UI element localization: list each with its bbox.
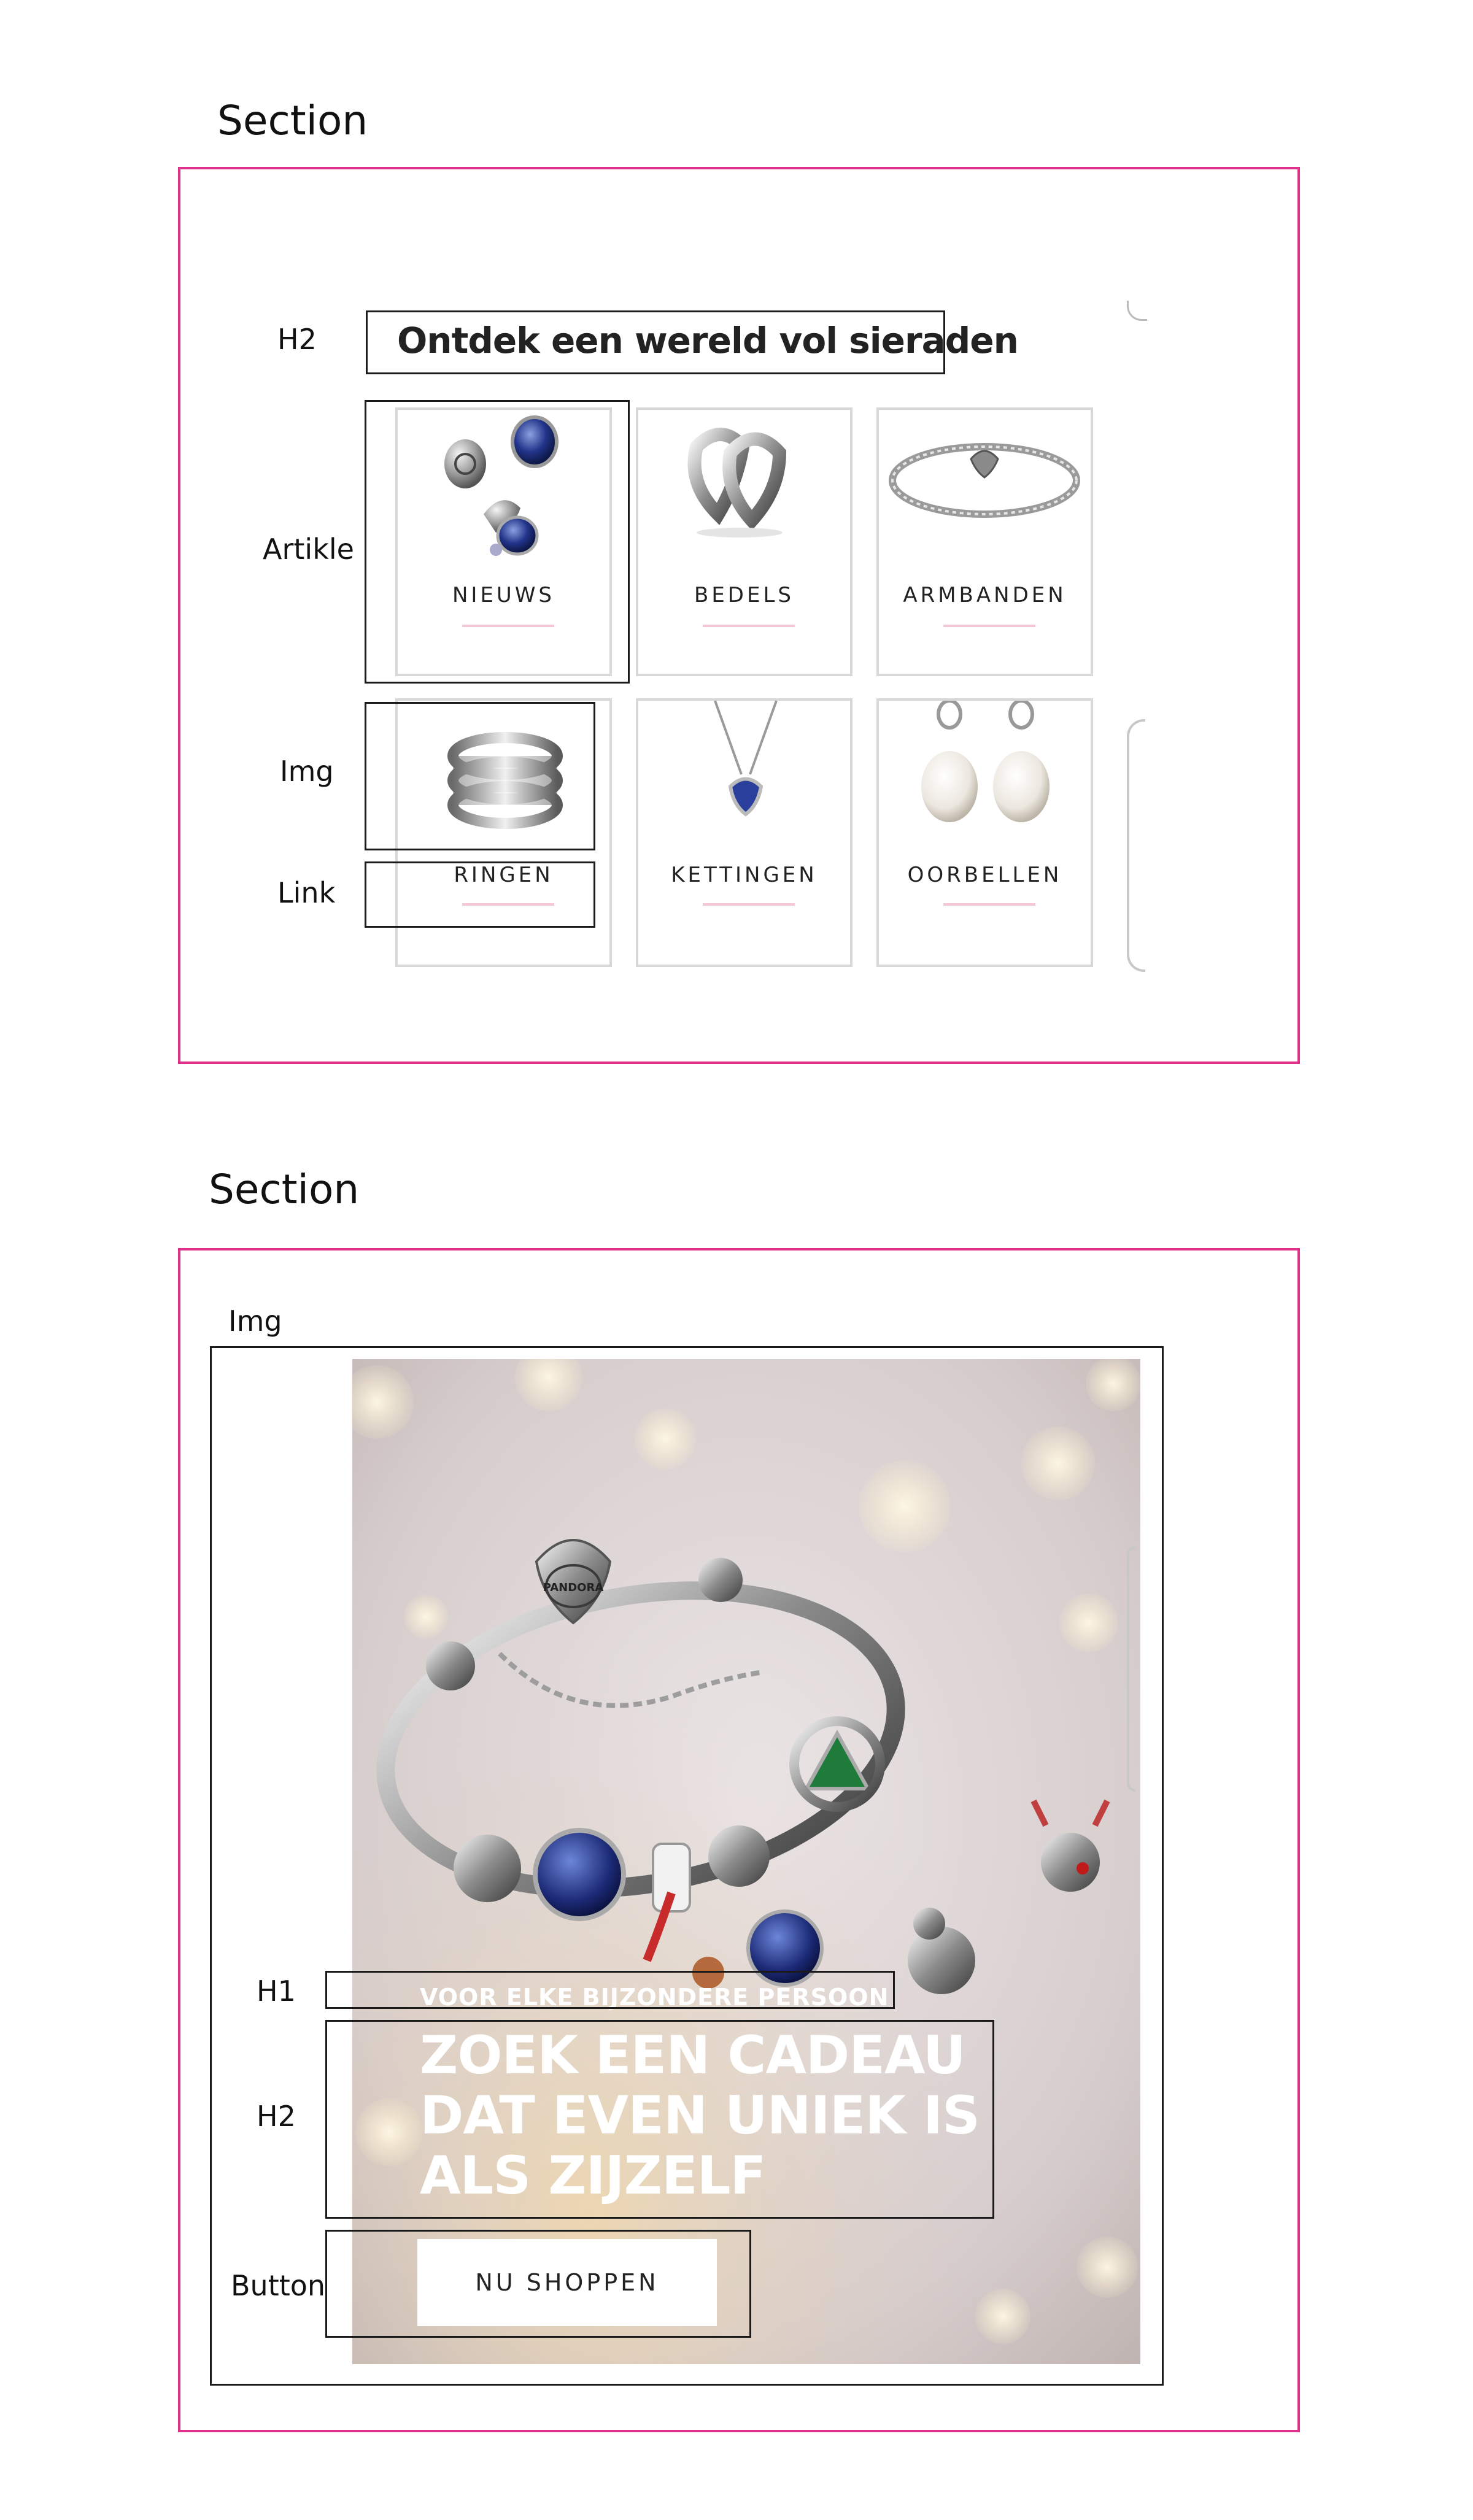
- link-underline: [703, 903, 795, 906]
- category-link-label[interactable]: ARMBANDEN: [879, 583, 1091, 607]
- category-heading-box: Ontdek een wereld vol sieraden: [366, 310, 1019, 374]
- category-card-oorbellen[interactable]: OORBELLEN: [876, 698, 1093, 967]
- link-annotation-box: [365, 861, 595, 928]
- section-title: Section: [209, 1166, 360, 1213]
- category-card-bedels[interactable]: BEDELS: [636, 407, 852, 676]
- annotation-link: Link: [277, 876, 336, 909]
- next-card-peek[interactable]: [1127, 719, 1145, 972]
- brand-engraving: PANDORA: [543, 1581, 604, 1594]
- category-link-label[interactable]: BEDELS: [638, 583, 850, 607]
- h2-annotation-box: [325, 2020, 994, 2219]
- next-slide-peek[interactable]: [1127, 1546, 1135, 1792]
- button-annotation-box: [325, 2230, 751, 2338]
- category-link-label[interactable]: OORBELLEN: [879, 863, 1091, 887]
- annotation-img: Img: [280, 755, 334, 788]
- category-heading: Ontdek een wereld vol sieraden: [397, 320, 1019, 361]
- link-underline: [943, 625, 1035, 627]
- article-annotation-box: [365, 400, 630, 684]
- annotation-article: Artikle: [263, 533, 354, 566]
- bracelet-icon: [889, 443, 1080, 518]
- category-card-kettingen[interactable]: KETTINGEN: [636, 698, 852, 967]
- section-title: Section: [217, 97, 368, 144]
- pearl-earrings-icon: [921, 701, 1050, 822]
- img-annotation-box: [365, 702, 595, 850]
- heart-rings-charm-icon: [687, 428, 787, 538]
- annotation-h2: H2: [257, 2100, 296, 2133]
- h1-annotation-box: [325, 1971, 895, 2009]
- category-card-armbanden[interactable]: ARMBANDEN: [876, 407, 1093, 676]
- annotation-h1: H1: [257, 1975, 296, 2008]
- category-link-label[interactable]: KETTINGEN: [638, 863, 850, 887]
- link-underline: [943, 903, 1035, 906]
- heart-necklace-icon: [714, 701, 778, 817]
- annotation-img: Img: [228, 1304, 282, 1338]
- annotation-button: Button: [231, 2269, 326, 2302]
- annotation-h2: H2: [277, 323, 317, 356]
- link-underline: [703, 625, 795, 627]
